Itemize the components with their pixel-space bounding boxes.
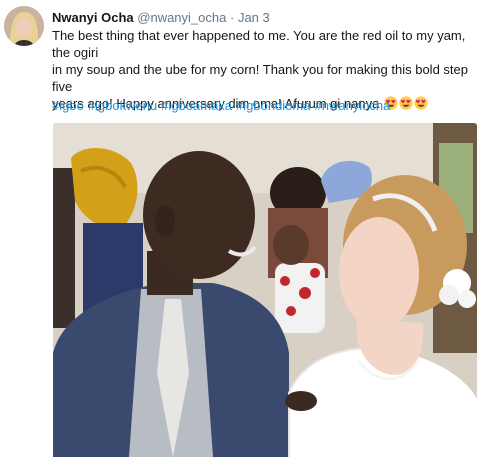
wedding-photo-image <box>53 123 477 457</box>
author-handle[interactable]: @nwanyi_ocha <box>137 10 226 25</box>
hashtag-link[interactable]: #igbokwenu <box>88 98 157 113</box>
hashtag-link[interactable]: #nwanyiocha <box>314 98 390 113</box>
hashtag-link[interactable]: #igbo <box>52 98 84 113</box>
heart-eyes-emoji-icon <box>414 96 428 110</box>
tweet-text-line-1: The best thing that ever happened to me.… <box>52 28 466 60</box>
heart-eyes-emoji-icon <box>399 96 413 110</box>
tweet-photo[interactable] <box>53 123 477 457</box>
avatar[interactable] <box>4 6 44 46</box>
author-name[interactable]: Nwanyi Ocha <box>52 10 134 25</box>
separator-dot: · <box>229 10 235 25</box>
tweet-date[interactable]: Jan 3 <box>238 10 270 25</box>
tweet-text-line-2: in my soup and the ube for my corn! Than… <box>52 62 468 94</box>
avatar-image <box>4 6 44 46</box>
hashtag-list: #igbo #igbokwenu #igboamaka #igbondioma #nwa… <box>52 98 394 114</box>
hashtag-link[interactable]: #igboamaka <box>161 98 232 113</box>
tweet-card[interactable]: Nwanyi Ocha @nwanyi_ocha · Jan 3 The bes… <box>0 0 500 457</box>
hashtag-link[interactable]: #igbondioma <box>236 98 310 113</box>
tweet-header: Nwanyi Ocha @nwanyi_ocha · Jan 3 <box>52 10 270 26</box>
